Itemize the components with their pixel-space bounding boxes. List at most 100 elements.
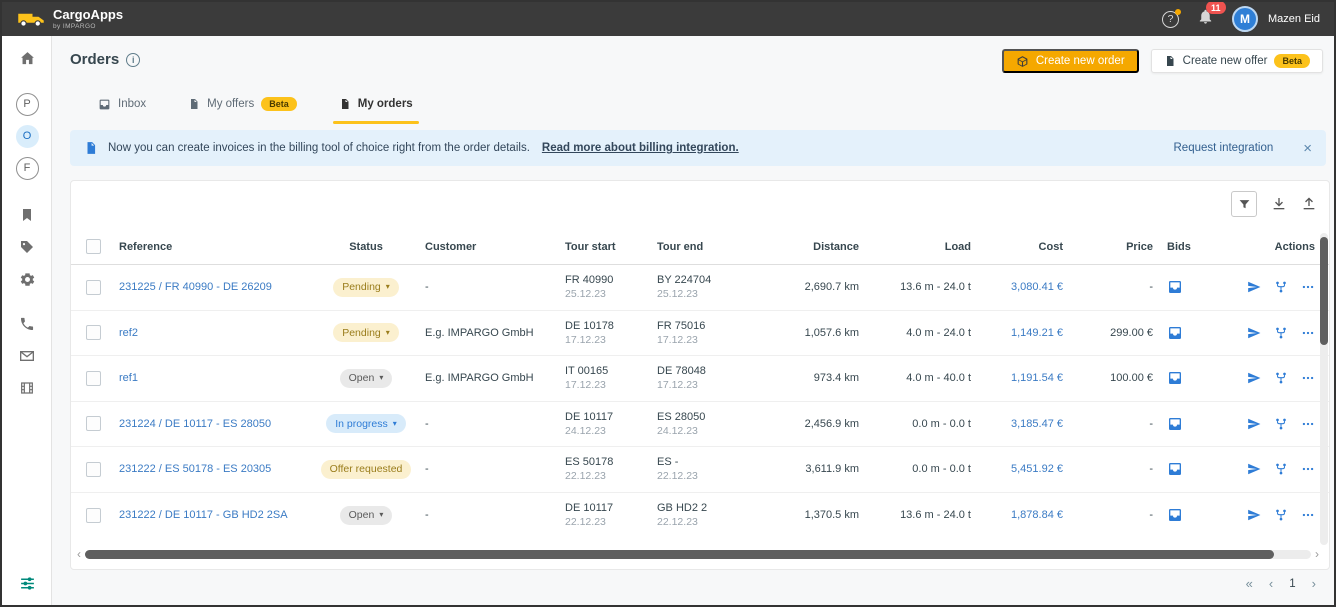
cost-link[interactable]: 5,451.92 € (1011, 463, 1063, 475)
reference-link[interactable]: 231222 / DE 10117 - GB HD2 2SA (119, 509, 288, 521)
request-integration-link[interactable]: Request integration (1174, 142, 1274, 154)
user-avatar[interactable]: M (1232, 6, 1259, 32)
first-page-button[interactable]: « (1246, 576, 1253, 591)
status-chip[interactable]: Open ▾ (339, 505, 393, 525)
reference-link[interactable]: ref2 (119, 327, 138, 339)
filter-button[interactable] (1231, 191, 1257, 217)
select-all-checkbox[interactable] (85, 239, 101, 254)
cost-link[interactable]: 1,878.84 € (1011, 509, 1063, 521)
banner-read-more-link[interactable]: Read more about billing integration. (542, 142, 739, 154)
sidebar-item-o-active[interactable]: O (2, 124, 52, 148)
header-tour-end: Tour end (657, 240, 704, 253)
sidebar-item-p[interactable]: P (2, 92, 52, 116)
reference-link[interactable]: 231222 / ES 50178 - ES 20305 (119, 463, 271, 475)
fork-share-icon[interactable] (1274, 417, 1288, 431)
row-checkbox[interactable] (85, 325, 101, 341)
status-chip[interactable]: In progress ▾ (326, 414, 406, 434)
more-actions-icon[interactable] (1301, 417, 1315, 431)
cost-link[interactable]: 3,080.41 € (1011, 281, 1063, 293)
horizontal-scrollbar-thumb[interactable] (85, 549, 1275, 559)
send-icon[interactable] (1247, 462, 1261, 476)
more-actions-icon[interactable] (1301, 280, 1315, 294)
reference-link[interactable]: 231225 / FR 40990 - DE 26209 (119, 281, 272, 293)
prev-page-button[interactable]: ‹ (1269, 576, 1273, 591)
export-download-icon[interactable] (1271, 196, 1287, 212)
fork-share-icon[interactable] (1274, 371, 1288, 385)
row-checkbox[interactable] (85, 461, 101, 477)
tour-start-location: DE 10117 (565, 502, 614, 515)
tune-settings-icon[interactable] (2, 571, 52, 595)
reference-link[interactable]: ref1 (119, 372, 138, 384)
tour-start-location: ES 50178 (565, 456, 614, 469)
reference-link[interactable]: 231224 / DE 10117 - ES 28050 (119, 418, 271, 430)
row-checkbox[interactable] (85, 370, 101, 386)
more-actions-icon[interactable] (1301, 508, 1315, 522)
user-name[interactable]: Mazen Eid (1268, 13, 1320, 25)
header-reference: Reference (119, 240, 173, 253)
header-bids: Bids (1167, 240, 1191, 253)
fork-share-icon[interactable] (1274, 462, 1288, 476)
create-new-offer-button[interactable]: Create new offer Beta (1150, 49, 1323, 73)
sidebar-item-f[interactable]: F (2, 156, 52, 180)
cost-link[interactable]: 1,149.21 € (1011, 327, 1063, 339)
gear-icon[interactable] (2, 267, 52, 291)
tab-inbox[interactable]: Inbox (98, 92, 146, 116)
home-icon[interactable] (2, 46, 52, 70)
tab-my-offers[interactable]: My offers Beta (188, 92, 297, 116)
horizontal-scrollbar-track[interactable] (85, 549, 1311, 559)
film-icon[interactable] (2, 376, 52, 400)
scroll-right-icon[interactable]: › (1315, 548, 1319, 560)
bookmark-icon[interactable] (2, 203, 52, 227)
send-icon[interactable] (1247, 280, 1261, 294)
main-content: Orders i Create new order Create new off… (52, 36, 1334, 605)
vertical-scrollbar-track[interactable] (1320, 233, 1328, 545)
tag-icon[interactable] (2, 235, 52, 259)
create-new-order-button[interactable]: Create new order (1001, 49, 1139, 73)
notifications-bell-icon[interactable]: 11 (1197, 2, 1226, 30)
tab-my-orders[interactable]: My orders (332, 92, 419, 124)
cost-link[interactable]: 3,185.47 € (1011, 418, 1063, 430)
app-logo[interactable]: CargoApps by IMPARGO (16, 7, 123, 30)
bids-inbox-icon[interactable] (1167, 279, 1183, 295)
current-page-number[interactable]: 1 (1289, 578, 1295, 590)
vertical-scrollbar-thumb[interactable] (1320, 237, 1328, 345)
more-actions-icon[interactable] (1301, 326, 1315, 340)
mail-icon[interactable] (2, 344, 52, 368)
send-icon[interactable] (1247, 417, 1261, 431)
send-icon[interactable] (1247, 508, 1261, 522)
fork-share-icon[interactable] (1274, 280, 1288, 294)
cost-link[interactable]: 1,191.54 € (1011, 372, 1063, 384)
fork-share-icon[interactable] (1274, 326, 1288, 340)
status-chip[interactable]: Pending ▾ (333, 323, 399, 343)
status-label: Offer requested (329, 463, 403, 476)
row-checkbox[interactable] (85, 279, 101, 295)
create-order-label: Create new order (1035, 55, 1125, 67)
more-actions-icon[interactable] (1301, 462, 1315, 476)
tour-end-date: 22.12.23 (657, 470, 698, 483)
tour-end-date: 22.12.23 (657, 516, 698, 529)
import-upload-icon[interactable] (1301, 196, 1317, 212)
next-page-button[interactable]: › (1312, 576, 1316, 591)
status-chip[interactable]: Open ▾ (339, 368, 393, 388)
info-icon[interactable]: i (126, 52, 141, 67)
bids-inbox-icon[interactable] (1167, 325, 1183, 341)
send-icon[interactable] (1247, 326, 1261, 340)
more-actions-icon[interactable] (1301, 371, 1315, 385)
help-icon[interactable]: ? (1162, 8, 1182, 28)
header-actions: Actions (1274, 240, 1315, 253)
bids-inbox-icon[interactable] (1167, 416, 1183, 432)
bids-inbox-icon[interactable] (1167, 507, 1183, 523)
row-checkbox[interactable] (85, 416, 101, 432)
bids-inbox-icon[interactable] (1167, 370, 1183, 386)
fork-share-icon[interactable] (1274, 508, 1288, 522)
tour-end-date: 24.12.23 (657, 424, 698, 437)
send-icon[interactable] (1247, 371, 1261, 385)
row-checkbox[interactable] (85, 507, 101, 523)
status-chip[interactable]: Offer requested▾ (320, 459, 412, 479)
price-cell: - (1149, 417, 1153, 430)
close-icon[interactable]: × (1303, 140, 1312, 157)
bids-inbox-icon[interactable] (1167, 461, 1183, 477)
phone-icon[interactable] (2, 312, 52, 336)
status-chip[interactable]: Pending ▾ (333, 277, 399, 297)
scroll-left-icon[interactable]: ‹ (77, 548, 81, 560)
